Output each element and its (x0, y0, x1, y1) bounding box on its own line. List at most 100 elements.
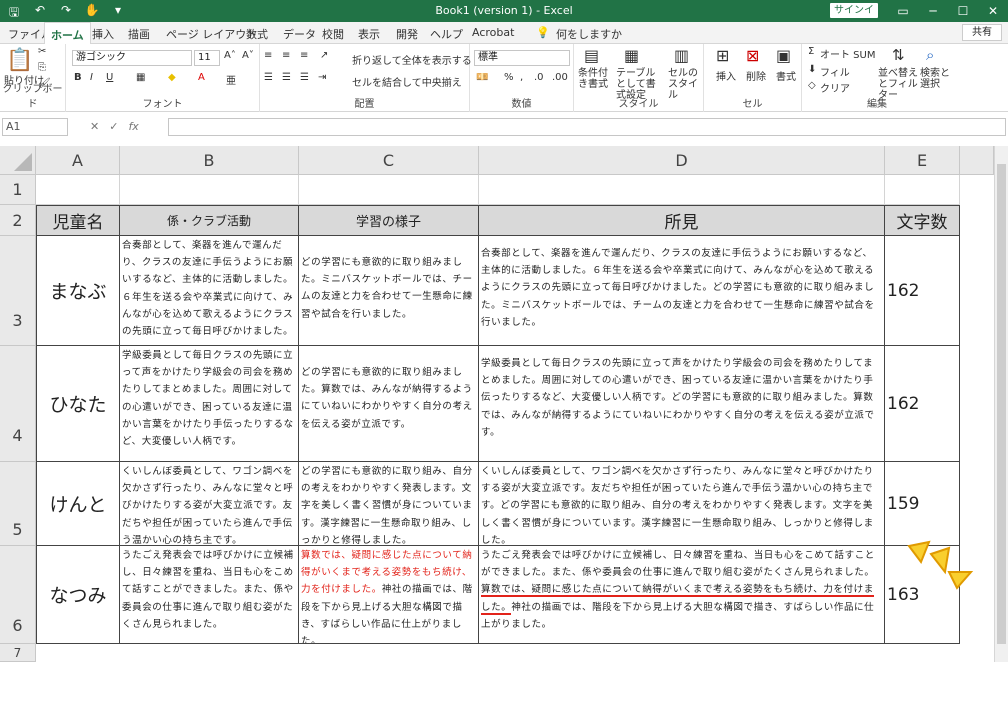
tab-home[interactable]: ホーム (44, 22, 91, 45)
row-header-1[interactable]: 1 (0, 175, 36, 205)
scrollbar-thumb[interactable] (997, 164, 1006, 644)
cell-b1[interactable] (120, 175, 299, 205)
select-all-button[interactable] (0, 146, 36, 175)
remarks-cell[interactable]: くいしんぼ委員として、ワゴン調べを欠かさず行ったり、みんなに堂々と呼びかけたりす… (479, 462, 885, 546)
formula-input[interactable] (168, 118, 1006, 136)
tab-review[interactable]: 校閲 (322, 26, 344, 42)
row-header-2[interactable]: 2 (0, 205, 36, 236)
clear-icon[interactable]: ◇ (808, 80, 816, 91)
tab-developer[interactable]: 開発 (396, 26, 418, 42)
conditional-format-button[interactable]: 条件付き書式 (578, 68, 614, 90)
font-size-select[interactable]: 11 (194, 50, 220, 66)
fill-color-icon[interactable]: ◆ (168, 72, 176, 83)
learning-cell[interactable]: どの学習にも意欲的に取り組みました。ミニバスケットボールでは、チームの友達と力を… (299, 236, 479, 346)
font-name-select[interactable]: 游ゴシック (72, 50, 192, 66)
italic-icon[interactable]: I (90, 72, 93, 83)
find-select-button[interactable]: 検索と選択 (920, 68, 950, 90)
remarks-cell[interactable]: 学級委員として毎日クラスの先頭に立って声をかけたり学級会の司会を務めたりしてまと… (479, 346, 885, 462)
paste-icon[interactable]: 📋 (6, 48, 33, 73)
align-right-icon[interactable]: ☰ (300, 72, 309, 83)
vertical-scrollbar[interactable] (994, 146, 1008, 662)
remarks-cell[interactable]: 合奏部として、楽器を進んで運んだり、クラスの友達に手伝うようにお願いするなど、主… (479, 236, 885, 346)
tab-help[interactable]: ヘルプ (430, 26, 463, 42)
row-header-7[interactable]: 7 (0, 644, 36, 662)
currency-icon[interactable]: 💴 (476, 72, 488, 83)
minimize-icon[interactable]: ─ (918, 0, 948, 22)
char-count-cell[interactable]: 162 (885, 346, 960, 462)
char-count-cell[interactable]: 159 (885, 462, 960, 546)
delete-cells-icon[interactable]: ⊠ (746, 46, 759, 65)
grow-font-icon[interactable]: A˄ (224, 50, 236, 61)
underline-icon[interactable]: U (106, 72, 113, 83)
char-count-cell[interactable]: 162 (885, 236, 960, 346)
autosum-icon[interactable]: Σ (808, 46, 814, 57)
column-header-e[interactable]: E (885, 146, 960, 175)
tab-insert[interactable]: 挿入 (92, 26, 114, 42)
learning-cell[interactable]: どの学習にも意欲的に取り組み、自分の考えをわかりやすく発表します。文字を美しく書… (299, 462, 479, 546)
name-box[interactable]: A1 (2, 118, 68, 136)
tab-view[interactable]: 表示 (358, 26, 380, 42)
remarks-cell[interactable]: うたごえ発表会では呼びかけに立候補し、日々練習を重ね、当日も心をこめて話すことが… (479, 546, 885, 644)
row-header-3[interactable]: 3 (0, 236, 36, 346)
student-name-cell[interactable]: なつみ (36, 546, 120, 644)
student-name-cell[interactable]: まなぶ (36, 236, 120, 346)
format-table-icon[interactable]: ▦ (624, 46, 639, 65)
merge-center-button[interactable]: セルを結合して中央揃え (352, 74, 462, 89)
format-cells-icon[interactable]: ▣ (776, 46, 791, 65)
tab-data[interactable]: データ (283, 26, 316, 42)
bold-icon[interactable]: B (74, 72, 82, 83)
increase-decimal-icon[interactable]: .0 (534, 72, 544, 83)
maximize-icon[interactable]: ☐ (948, 0, 978, 22)
ribbon-display-icon[interactable]: ▭ (888, 0, 918, 22)
column-header-d[interactable]: D (479, 146, 885, 175)
align-top-icon[interactable]: ≡ (264, 50, 272, 61)
learning-cell[interactable]: 算数では、疑問に感じた点について納得がいくまで考える姿勢をもち続け、力を付けまし… (299, 546, 479, 644)
align-bottom-icon[interactable]: ≡ (300, 50, 308, 61)
header-remarks[interactable]: 所見 (479, 205, 885, 236)
student-name-cell[interactable]: けんと (36, 462, 120, 546)
fill-icon[interactable]: ⬇ (808, 64, 816, 75)
sort-filter-icon[interactable]: ⇅ (892, 46, 905, 64)
row-header-5[interactable]: 5 (0, 462, 36, 546)
font-color-icon[interactable]: A (198, 72, 205, 83)
cut-icon[interactable]: ✂ (38, 46, 46, 57)
cell-e1[interactable] (885, 175, 960, 205)
share-button[interactable]: 共有 (962, 24, 1002, 41)
format-cells-button[interactable]: 書式 (776, 68, 796, 83)
autosum-button[interactable]: オート SUM (820, 46, 875, 61)
club-activity-cell[interactable]: 学級委員として毎日クラスの先頭に立って声をかけたり学級会の司会を務めたりしてまと… (120, 346, 299, 462)
column-header-b[interactable]: B (120, 146, 299, 175)
tab-acrobat[interactable]: Acrobat (472, 26, 514, 39)
conditional-format-icon[interactable]: ▤ (584, 46, 599, 65)
wrap-text-button[interactable]: 折り返して全体を表示する (352, 52, 472, 67)
header-student-name[interactable]: 児童名 (36, 205, 120, 236)
align-left-icon[interactable]: ☰ (264, 72, 273, 83)
student-name-cell[interactable]: ひなた (36, 346, 120, 462)
club-activity-cell[interactable]: 合奏部として、楽器を進んで運んだり、クラスの友達に手伝うようにお願いするなど、主… (120, 236, 299, 346)
tell-me-search[interactable]: 何をしますか (556, 26, 622, 42)
cell-d1[interactable] (479, 175, 885, 205)
clear-button[interactable]: クリア (820, 80, 850, 95)
cell-c1[interactable] (299, 175, 479, 205)
decrease-decimal-icon[interactable]: .00 (552, 72, 568, 83)
signin-button[interactable]: サインイン (830, 3, 878, 31)
header-learning[interactable]: 学習の様子 (299, 205, 479, 236)
find-select-icon[interactable]: ⌕ (926, 46, 934, 64)
tab-draw[interactable]: 描画 (128, 26, 150, 42)
column-header-a[interactable]: A (36, 146, 120, 175)
club-activity-cell[interactable]: くいしんぼ委員として、ワゴン調べを欠かさず行ったり、みんなに堂々と呼びかけたりす… (120, 462, 299, 546)
shrink-font-icon[interactable]: A˅ (242, 50, 254, 61)
column-header-c[interactable]: C (299, 146, 479, 175)
tab-formulas[interactable]: 数式 (246, 26, 268, 42)
learning-cell[interactable]: どの学習にも意欲的に取り組みました。算数では、みんなが納得するようにていねいにわ… (299, 346, 479, 462)
insert-cells-button[interactable]: 挿入 (716, 68, 736, 83)
align-middle-icon[interactable]: ≡ (282, 50, 290, 61)
fill-button[interactable]: フィル (820, 64, 850, 79)
borders-icon[interactable]: ▦ (136, 72, 145, 83)
insert-cells-icon[interactable]: ⊞ (716, 46, 729, 65)
tab-page-layout[interactable]: ページ レイアウト (166, 26, 257, 42)
club-activity-cell[interactable]: うたごえ発表会では呼びかけに立候補し、日々練習を重ね、当日も心をこめて話すことが… (120, 546, 299, 644)
comma-icon[interactable]: , (520, 72, 523, 83)
align-center-icon[interactable]: ☰ (282, 72, 291, 83)
indent-icon[interactable]: ⇥ (318, 72, 326, 83)
